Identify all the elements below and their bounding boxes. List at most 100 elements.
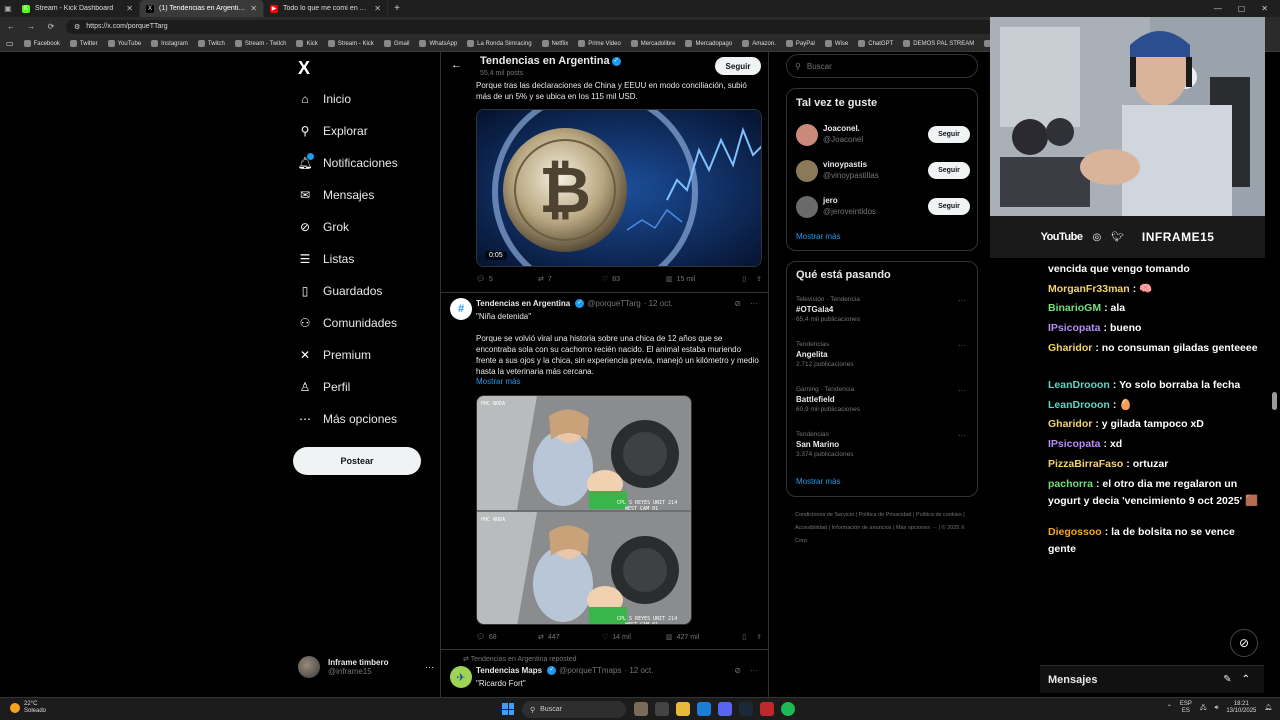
nav-item-mensajes[interactable]: ✉ Mensajes — [298, 188, 374, 202]
more-icon[interactable]: ··· — [958, 431, 966, 440]
repost-button[interactable]: ⇄ 7 — [538, 275, 602, 284]
bookmark-item[interactable]: YouTube — [107, 40, 141, 47]
clock[interactable]: 18:21 13/10/2025 — [1226, 701, 1256, 715]
suggestion-name[interactable]: Joaconel. — [823, 124, 860, 133]
start-button[interactable] — [502, 703, 514, 715]
footer-link[interactable]: Más opciones ··· — [896, 525, 937, 531]
views-button[interactable]: ▥ 427 mil — [666, 633, 732, 642]
avatar[interactable]: ✈ — [450, 666, 472, 688]
more-icon[interactable]: ··· — [958, 386, 966, 395]
suggestion-name[interactable]: jero — [823, 196, 838, 205]
chat-username[interactable]: LeanDrooon — [1048, 399, 1110, 411]
bookmark-item[interactable]: Netflix — [541, 40, 568, 47]
more-icon[interactable]: ··· — [425, 662, 434, 672]
show-hidden-icons[interactable]: ⌃ — [1167, 705, 1172, 712]
volume-icon[interactable]: 🔊︎ — [1215, 705, 1219, 712]
avatar[interactable]: # — [450, 298, 472, 320]
scrollbar-thumb[interactable] — [1272, 392, 1277, 410]
bookmark-item[interactable]: La Ronda Simracing — [467, 40, 532, 47]
chat-username[interactable]: IPsicopata — [1048, 322, 1101, 334]
taskbar-search[interactable]: ⚲ Buscar — [522, 701, 626, 718]
bookmark-item[interactable]: Wise — [824, 40, 848, 47]
network-icon[interactable]: 🖧︎ — [1200, 705, 1207, 712]
minimize-icon[interactable]: — — [1214, 4, 1222, 13]
nav-item-explorar[interactable]: ⚲ Explorar — [298, 124, 368, 138]
forward-icon[interactable]: → — [26, 22, 36, 31]
reply-button[interactable]: 💬︎ 5 — [476, 275, 538, 284]
nav-item-inicio[interactable]: ⌂ Inicio — [298, 92, 351, 106]
bookmark-item[interactable]: Stream - Kick — [327, 40, 374, 47]
like-button[interactable]: ♡ 14 mil — [602, 633, 666, 642]
edge-icon[interactable] — [697, 702, 711, 716]
browser-tab[interactable]: K Stream - Kick Dashboard ✕ — [16, 0, 140, 17]
search-input[interactable]: ⚲ Buscar — [786, 54, 978, 78]
tweet-video[interactable]: CPL S REYES UNIT 214 WEST CAM 01 PHC NOD… — [476, 395, 692, 625]
window-menu-icon[interactable]: ▣ — [0, 0, 16, 17]
bookmark-item[interactable]: ChatGPT — [858, 40, 893, 47]
share-icon[interactable]: ⇪ — [756, 275, 762, 283]
follow-button[interactable]: Seguir — [928, 198, 970, 215]
bookmark-item[interactable]: Mercadolibre — [630, 40, 675, 47]
tab-close-icon[interactable]: ✕ — [374, 4, 381, 13]
bookmark-item[interactable]: Facebook — [23, 40, 60, 47]
language-indicator[interactable]: ESP ES — [1180, 701, 1192, 715]
tweet-video[interactable]: ₿ 0:05 — [476, 109, 762, 267]
avatar[interactable] — [796, 160, 818, 182]
expand-icon[interactable]: ⌃ — [1242, 674, 1250, 685]
footer-link[interactable]: Condiciones de Servicio — [795, 512, 854, 518]
reload-icon[interactable]: ⟳ — [46, 22, 56, 31]
grok-icon[interactable]: ⊘ — [734, 666, 741, 675]
chat-username[interactable]: Gharidor — [1048, 418, 1092, 430]
nav-item-comunidades[interactable]: ⚇ Comunidades — [298, 316, 397, 330]
post-button[interactable]: Postear — [293, 447, 421, 475]
trend-item[interactable]: Televisión · Tendencia #OTGala4 65,4 mil p… — [796, 296, 970, 323]
url-field[interactable]: ⚙ https://x.com/porqueTTarg — [66, 19, 1006, 34]
bookmark-item[interactable]: Gmail — [383, 40, 409, 47]
share-icon[interactable]: ⇪ — [756, 633, 762, 641]
chat-username[interactable]: BinarioGM — [1048, 302, 1101, 314]
bookmark-item[interactable]: WhatsApp — [419, 40, 457, 47]
nav-item-guardados[interactable]: ▯ Guardados — [298, 284, 383, 298]
bookmark-item[interactable]: Amazon. — [742, 40, 776, 47]
bookmark-item[interactable]: DEMOS PAL STREAM — [903, 40, 974, 47]
nav-item-notificaciones[interactable]: 🔔︎ Notificaciones — [297, 153, 398, 170]
chat-username[interactable]: pachorra — [1048, 478, 1093, 490]
bookmark-item[interactable]: PayPal — [785, 40, 815, 47]
trend-item[interactable]: Tendencias Angelita 2.712 publicaciones ··· — [796, 341, 970, 368]
chat-username[interactable]: MorganFr33man — [1048, 283, 1130, 295]
x-logo-icon[interactable]: X — [298, 58, 310, 79]
footer-link[interactable]: Política de cookies — [916, 512, 962, 518]
chat-username[interactable]: PizzaBirraFaso — [1048, 458, 1123, 470]
chat-username[interactable]: Gharidor — [1048, 342, 1092, 354]
bookmark-item[interactable]: Twitch — [197, 40, 225, 47]
bookmark-item[interactable]: Instagram — [151, 40, 188, 47]
avatar[interactable] — [796, 196, 818, 218]
tweet-handle[interactable]: @porqueTTarg — [587, 299, 640, 308]
nav-item-premium[interactable]: ✕ Premium — [298, 348, 371, 362]
bookmark-icon[interactable]: ▯ — [742, 633, 746, 641]
apps-icon[interactable]: ▭ — [6, 39, 14, 48]
chat-username[interactable]: Diegossoo — [1048, 526, 1102, 538]
nav-item-listas[interactable]: ☰ Listas — [298, 252, 355, 266]
notifications-icon[interactable]: 🔔︎ — [1264, 705, 1272, 712]
show-more-link[interactable]: Mostrar más — [796, 232, 840, 241]
nav-item-m-s-opciones[interactable]: ⋯ Más opciones — [298, 412, 397, 426]
views-button[interactable]: ▥ 15 mil — [666, 275, 732, 284]
app-icon[interactable] — [760, 702, 774, 716]
like-button[interactable]: ♡ 83 — [602, 275, 666, 284]
bookmark-item[interactable]: Prime Video — [578, 40, 621, 47]
nav-item-perfil[interactable]: ♙ Perfil — [298, 380, 351, 394]
follow-button[interactable]: Seguir — [928, 162, 970, 179]
more-icon[interactable]: ··· — [958, 296, 966, 305]
bookmark-item[interactable]: Mercadopago — [685, 40, 732, 47]
reply-button[interactable]: 💬︎ 68 — [476, 633, 538, 642]
bookmark-item[interactable]: Stream - Twitch — [234, 40, 286, 47]
grok-icon[interactable]: ⊘ — [734, 299, 741, 308]
chat-username[interactable]: IPsicopata — [1048, 438, 1101, 450]
task-view-icon[interactable] — [655, 702, 669, 716]
tweet-author[interactable]: Tendencias Maps — [476, 666, 542, 675]
more-icon[interactable]: ··· — [750, 666, 758, 675]
avatar[interactable] — [796, 124, 818, 146]
tweet-author[interactable]: Tendencias en Argentina — [476, 299, 570, 308]
new-tab-button[interactable]: + — [388, 3, 406, 14]
